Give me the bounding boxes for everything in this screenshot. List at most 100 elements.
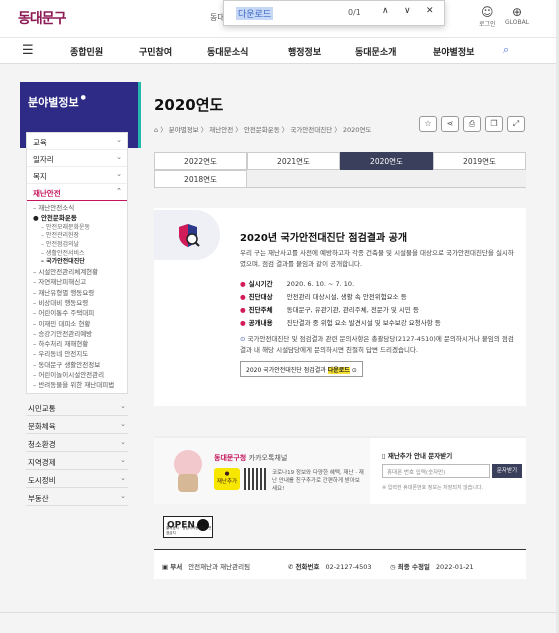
subsub-item-active[interactable]: – 국가안전대진단 [33,258,123,267]
find-close-button[interactable]: ✕ [426,6,434,16]
license-small-text: 출처표시 · 상업적이용금지 · 변경금지 [166,526,212,535]
sub-item-label: 안전문화운동 [40,214,77,223]
sub-item-label: 어린이통수 주택대피 [38,309,95,318]
sms-submit-button[interactable]: 문자받기 [492,464,522,478]
year-tabs: 2022연도 2021연도 2020연도 2019연도 2018연도 [154,152,526,188]
sub-item[interactable]: – 비상대비 행동요령 [33,298,123,308]
sub-item-label: 이재민 대피소 현황 [38,319,91,328]
content-title: 2020년 국가안전대진단 점검결과 공개 [240,233,408,244]
side-item[interactable]: 교육 ⌄ [27,133,127,150]
gnb-item[interactable]: 동대문소식 [207,45,248,58]
global-nav: ☰ 종합민원 구민참여 동대문소식 행정정보 동대문소개 분야별정보 ⌕ [0,38,559,64]
sub-item[interactable]: – 어린이놀이시설안전관리 [33,370,123,380]
content-description: 우리 구는 재난사고를 사전에 예방하고자 각종 건축물 및 시설물을 대상으로… [240,249,514,268]
bullet-icon: ● [240,306,246,314]
sub-item[interactable]: – 자연재난피해신고 [33,277,123,287]
chevron-down-icon: ⌄ [116,170,122,178]
download-highlight: 다운로드 [327,367,350,374]
side-item[interactable]: 복지 ⌄ [27,167,127,184]
download-button[interactable]: 2020 국가안전대진단 점검결과 다운로드 ⊙ [240,361,363,377]
sms-note: ※ 입력한 휴대폰번호 정보는 저장되지 않습니다. [382,485,484,491]
item-key: 진단대상 [248,293,273,301]
sub-item[interactable]: – 어린이통수 주택대피 [33,308,123,318]
side-group-label: 부동산 [28,493,49,503]
sub-item-label: 승강기안전관리예방 [38,329,93,338]
sms-title: ▯ 재난추가 안내 문자받기 [382,450,522,460]
subsub-item[interactable]: – 안전점검의날 [33,241,123,250]
user-icon: ☺ [481,5,494,19]
global-link[interactable]: ⊕ GLOBAL [505,5,529,26]
dot-icon: ● [80,94,86,101]
tab-2018[interactable]: 2018연도 [154,170,247,188]
side-item[interactable]: 일자리 ⌄ [27,150,127,167]
gnb-item[interactable]: 동대문소개 [355,45,396,58]
qr-code[interactable] [244,468,266,490]
download-icon: ⊙ [351,367,357,374]
gnb-item[interactable]: 종합민원 [70,45,103,58]
chevron-down-icon: ⌄ [120,401,126,410]
side-group[interactable]: 도시정비 ⌄ [26,469,128,488]
open-license-badge[interactable]: OPEN 출처표시 · 상업적이용금지 · 변경금지 [163,516,213,538]
side-group[interactable]: 지역경제 ⌄ [26,451,128,470]
side-group[interactable]: 문화체육 ⌄ [26,415,128,434]
gnb-item[interactable]: 행정정보 [288,45,321,58]
sub-item[interactable]: – 하수처리 재해현황 [33,339,123,349]
tel-value: 02-2127-4503 [325,563,372,571]
sub-item[interactable]: – 승강기안전관리예방 [33,329,123,339]
site-logo[interactable]: 동대문구 [18,8,67,28]
subsub-item[interactable]: – 안전관리헌장 [33,232,123,241]
find-query[interactable]: 다운로드 [236,7,274,20]
sms-title-text: 재난추가 안내 문자받기 [387,452,453,460]
tab-2021[interactable]: 2021연도 [247,152,340,170]
phone-icon: ✆ [288,563,296,571]
page-footer-info: ▣ 부서 안전재난과 재난관리팀 ✆ 전화번호 02-2127-4503 ◷ 최종 … [154,549,526,579]
bullet-icon: ● [240,319,246,327]
download-label: 2020 국가안전대진단 점검결과 [246,367,326,374]
side-item-label: 교육 [33,138,47,147]
subsub-item[interactable]: – 안전모래문화운동 [33,224,123,233]
tab-2019[interactable]: 2019연도 [433,152,526,170]
chevron-down-icon: ⌄ [120,437,126,446]
expand-icon[interactable]: ⤢ [507,116,525,132]
kakao-add-badge[interactable]: ● 재난추가 [214,468,240,490]
sub-item[interactable]: – 우리동네 안전지도 [33,349,123,359]
tab-2020[interactable]: 2020연도 [340,152,433,170]
sub-item-active[interactable]: ● 안전문화운동 [33,213,123,223]
sub-item[interactable]: – 반려동물을 위한 재난대피법 [33,380,123,390]
side-group[interactable]: 시민교통 ⌄ [26,397,128,416]
copy-icon[interactable]: ❐ [485,116,503,132]
sub-item[interactable]: – 재난안전소식 [33,203,123,213]
check-circle-icon: ⊙ [240,335,248,343]
date-key: 최종 수정일 [397,563,430,571]
breadcrumb[interactable]: ⌂ 〉 분야별정보 〉 재난안전 〉 안전문화운동 〉 국가안전대진단 〉 20… [154,124,371,134]
gnb-item[interactable]: 분야별정보 [433,45,474,58]
login-link[interactable]: ☺ 로그인 [479,5,496,28]
share-icon[interactable]: ⋖ [441,116,459,132]
find-count: 0/1 [348,8,361,17]
divider [0,612,559,613]
bullet-icon: ● [240,280,246,288]
side-item-active[interactable]: 재난안전 ⌃ [27,184,127,201]
search-icon[interactable]: ⌕ [503,43,509,57]
menu-icon[interactable]: ☰ [22,43,34,58]
sub-item[interactable]: – 시설안전관리체계현황 [33,267,123,277]
sub-item[interactable]: – 동대문구 생활안전정보 [33,360,123,370]
side-group[interactable]: 부동산 ⌄ [26,487,128,506]
gnb-item[interactable]: 구민참여 [139,45,172,58]
side-group[interactable]: 청소환경 ⌄ [26,433,128,452]
tab-2022[interactable]: 2022연도 [154,152,247,170]
chevron-down-icon: ⌄ [120,455,126,464]
content-note: ⊙ 국가안전대진단 및 점검결과 관련 문의사항은 총괄담당(2127-4510… [240,334,518,356]
kakao-channel-box: 동대문구청 카카오톡채널 ● 재난추가 코로나19 정보와 다양한 혜택, 재난 … [154,438,370,504]
side-item-label: 재난안전 [33,189,61,198]
sub-item[interactable]: – 이재민 대피소 현황 [33,319,123,329]
find-bar[interactable]: 다운로드 0/1 ∧ ∨ ✕ [223,0,445,26]
star-icon[interactable]: ☆ [419,116,437,132]
sub-item[interactable]: – 재난유형별 행동요령 [33,288,123,298]
find-prev-button[interactable]: ∧ [382,6,389,16]
find-next-button[interactable]: ∨ [404,6,411,16]
side-item-label: 복지 [33,172,47,181]
phone-input[interactable]: 휴대폰 번호 입력(숫자만) [382,464,490,478]
sub-item-label: 동대문구 생활안전정보 [38,360,101,369]
print-icon[interactable]: ⎙ [463,116,481,132]
